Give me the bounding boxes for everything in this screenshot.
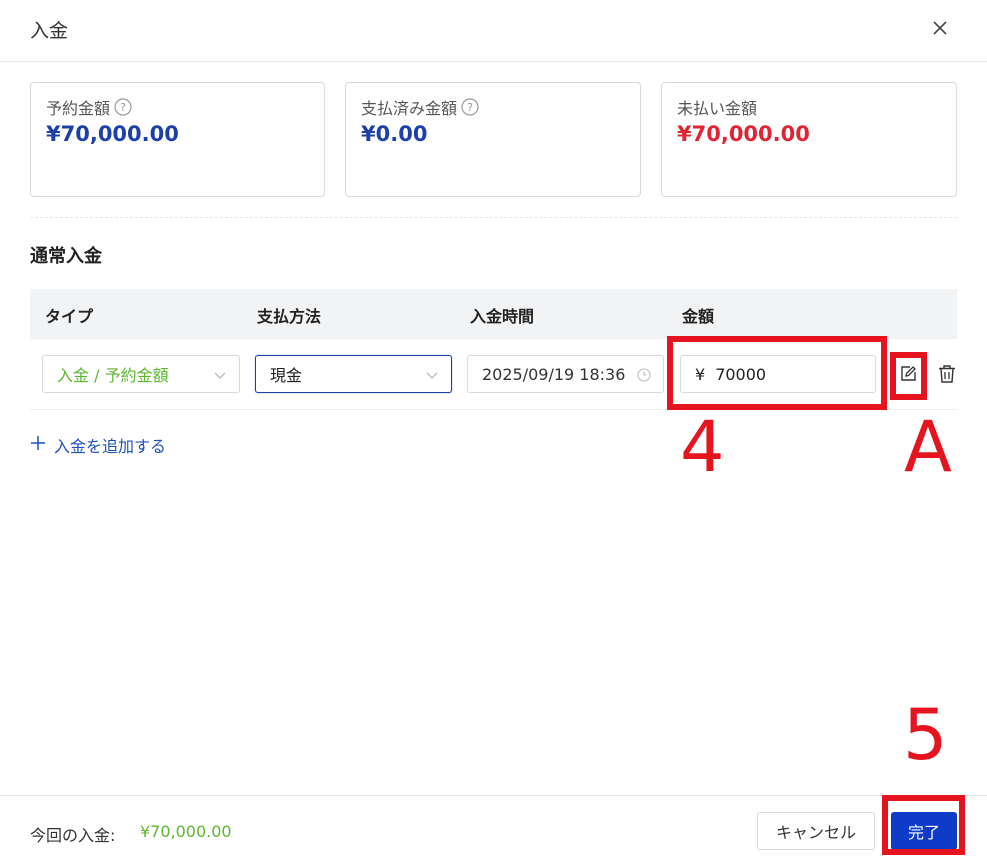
section-title: 通常入金 (30, 246, 102, 267)
svg-text:?: ? (120, 101, 126, 114)
clock-icon (637, 367, 651, 382)
reserved-amount-label: 予約金額 (46, 99, 111, 118)
trash-icon[interactable] (936, 363, 958, 385)
payment-method-select[interactable]: 現金 (255, 355, 452, 393)
payment-method-value: 現金 (270, 366, 303, 385)
payment-time-picker[interactable]: 2025/09/19 18:36 (467, 355, 664, 393)
column-header-amount: 金額 (682, 307, 715, 326)
add-payment-label: 入金を追加する (54, 437, 167, 456)
chevron-down-icon (425, 367, 439, 381)
type-select[interactable]: 入金 / 予約金額 (42, 355, 240, 393)
close-icon[interactable] (928, 16, 952, 40)
paid-amount-label: 支払済み金額 (361, 99, 458, 118)
annotation-label-4: 4 (680, 406, 725, 488)
help-icon[interactable]: ? (114, 98, 132, 116)
cancel-button[interactable]: キャンセル (757, 812, 875, 850)
table-header: タイプ 支払方法 入金時間 金額 (30, 289, 957, 339)
reserved-amount-card: 予約金額 ? ¥70,000.00 (30, 82, 325, 197)
svg-text:?: ? (467, 101, 473, 114)
type-select-value: 入金 / 予約金額 (57, 366, 169, 385)
dialog-header: 入金 (0, 0, 987, 62)
payment-time-value: 2025/09/19 18:36 (482, 364, 626, 384)
paid-amount-value: ¥0.00 (361, 122, 428, 146)
unpaid-amount-label: 未払い金額 (677, 99, 758, 118)
annotation-box-amount (667, 336, 887, 410)
annotation-label-5: 5 (903, 694, 948, 776)
reserved-amount-value: ¥70,000.00 (46, 122, 179, 146)
unpaid-amount-card: 未払い金額 ¥70,000.00 (661, 82, 957, 197)
annotation-box-done (882, 795, 965, 855)
current-payment-amount: ¥70,000.00 (140, 822, 232, 841)
dialog-footer: 今回の入金: ¥70,000.00 キャンセル 完了 (0, 795, 987, 860)
column-header-time: 入金時間 (470, 307, 535, 326)
current-payment-label: 今回の入金: (30, 826, 116, 845)
annotation-box-edit (890, 352, 927, 400)
annotation-label-a: A (904, 406, 952, 488)
column-header-method: 支払方法 (257, 307, 322, 326)
dialog-title: 入金 (30, 20, 69, 42)
add-payment-link[interactable]: 入金を追加する (30, 433, 166, 457)
help-icon[interactable]: ? (461, 98, 479, 116)
column-header-type: タイプ (45, 307, 94, 326)
divider (30, 217, 957, 218)
chevron-down-icon (213, 367, 227, 381)
unpaid-amount-value: ¥70,000.00 (677, 122, 810, 146)
paid-amount-card: 支払済み金額 ? ¥0.00 (345, 82, 641, 197)
plus-icon (30, 435, 46, 455)
